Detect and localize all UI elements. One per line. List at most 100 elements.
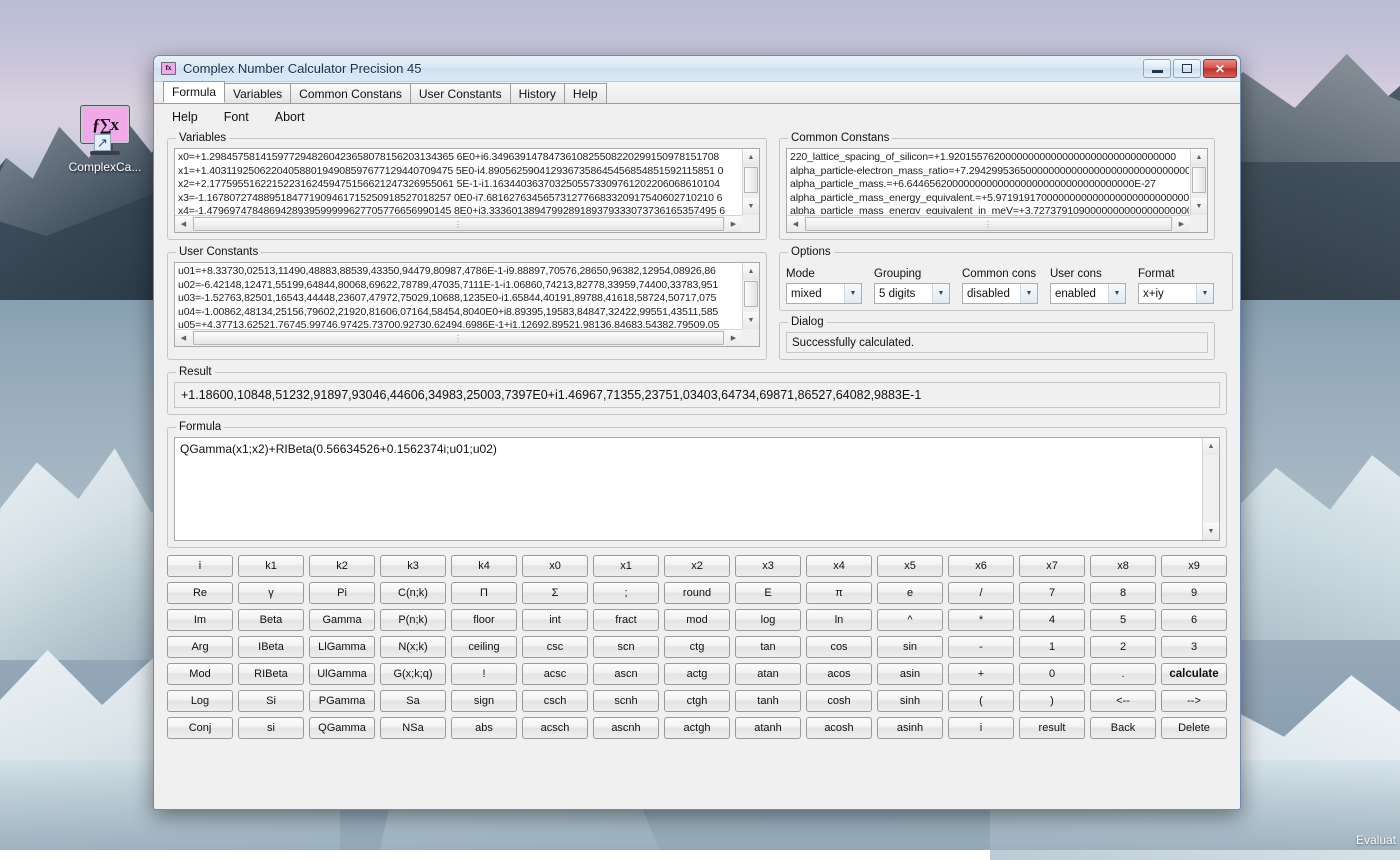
- formula-vertical-scrollbar[interactable]: ▲ ▼: [1202, 438, 1219, 540]
- key-button-beta[interactable]: Beta: [238, 609, 304, 631]
- scroll-down-icon[interactable]: ▼: [1191, 198, 1208, 215]
- key-button-[interactable]: +: [948, 663, 1014, 685]
- key-button-k4[interactable]: k4: [451, 555, 517, 577]
- scroll-up-icon[interactable]: ▲: [1203, 438, 1220, 455]
- key-button-actgh[interactable]: actgh: [664, 717, 730, 739]
- key-button-cosh[interactable]: cosh: [806, 690, 872, 712]
- scroll-up-icon[interactable]: ▲: [743, 149, 760, 166]
- key-button-tanh[interactable]: tanh: [735, 690, 801, 712]
- key-button-i[interactable]: i: [167, 555, 233, 577]
- key-button-scn[interactable]: scn: [593, 636, 659, 658]
- key-button-ulgamma[interactable]: UlGamma: [309, 663, 375, 685]
- key-button-floor[interactable]: floor: [451, 609, 517, 631]
- format-select[interactable]: x+iy ▼: [1138, 283, 1214, 304]
- key-button-si[interactable]: Si: [238, 690, 304, 712]
- key-button-9[interactable]: 9: [1161, 582, 1227, 604]
- key-button-[interactable]: ^: [877, 609, 943, 631]
- mode-select[interactable]: mixed ▼: [786, 283, 862, 304]
- chevron-down-icon[interactable]: ▼: [1108, 284, 1125, 303]
- key-button-x8[interactable]: x8: [1090, 555, 1156, 577]
- key-button-[interactable]: (: [948, 690, 1014, 712]
- scrollbar-thumb[interactable]: ⋮: [193, 217, 724, 231]
- key-button-k3[interactable]: k3: [380, 555, 446, 577]
- scroll-up-icon[interactable]: ▲: [1191, 149, 1208, 166]
- key-button-[interactable]: .: [1090, 663, 1156, 685]
- key-button-x4[interactable]: x4: [806, 555, 872, 577]
- key-button-5[interactable]: 5: [1090, 609, 1156, 631]
- key-button-4[interactable]: 4: [1019, 609, 1085, 631]
- key-button-nsa[interactable]: NSa: [380, 717, 446, 739]
- common-constants-vertical-scrollbar[interactable]: ▲ ▼: [1190, 149, 1207, 215]
- key-button-[interactable]: /: [948, 582, 1014, 604]
- key-button-calculate[interactable]: calculate: [1161, 663, 1227, 685]
- key-button-[interactable]: ;: [593, 582, 659, 604]
- key-button-x1[interactable]: x1: [593, 555, 659, 577]
- scroll-right-icon[interactable]: ▶: [1173, 216, 1190, 233]
- key-button-acsc[interactable]: acsc: [522, 663, 588, 685]
- key-button-i[interactable]: i: [948, 717, 1014, 739]
- scrollbar-thumb[interactable]: ⋮: [193, 331, 724, 345]
- desktop-icon-complexcalc[interactable]: ƒ∑x ↗ ComplexCa...: [62, 106, 148, 174]
- key-button-llgamma[interactable]: LlGamma: [309, 636, 375, 658]
- user-constants-vertical-scrollbar[interactable]: ▲ ▼: [742, 263, 759, 329]
- key-button-acsch[interactable]: acsch: [522, 717, 588, 739]
- key-button-3[interactable]: 3: [1161, 636, 1227, 658]
- key-button-x0[interactable]: x0: [522, 555, 588, 577]
- scrollbar-thumb[interactable]: ⋮: [805, 217, 1172, 231]
- key-button-8[interactable]: 8: [1090, 582, 1156, 604]
- key-button-asin[interactable]: asin: [877, 663, 943, 685]
- key-button-mod[interactable]: mod: [664, 609, 730, 631]
- key-button-mod[interactable]: Mod: [167, 663, 233, 685]
- key-button-x9[interactable]: x9: [1161, 555, 1227, 577]
- key-button-qgamma[interactable]: QGamma: [309, 717, 375, 739]
- key-button-2[interactable]: 2: [1090, 636, 1156, 658]
- key-button-sign[interactable]: sign: [451, 690, 517, 712]
- key-button-ibeta[interactable]: IBeta: [238, 636, 304, 658]
- key-button-pi[interactable]: Pi: [309, 582, 375, 604]
- maximize-button[interactable]: [1173, 59, 1201, 78]
- key-button-ctgh[interactable]: ctgh: [664, 690, 730, 712]
- key-button-im[interactable]: Im: [167, 609, 233, 631]
- key-button-asinh[interactable]: asinh: [877, 717, 943, 739]
- scrollbar-thumb[interactable]: [744, 281, 758, 307]
- key-button-ceiling[interactable]: ceiling: [451, 636, 517, 658]
- user-cons-select[interactable]: enabled ▼: [1050, 283, 1126, 304]
- scroll-up-icon[interactable]: ▲: [743, 263, 760, 280]
- key-button-csch[interactable]: csch: [522, 690, 588, 712]
- key-button-actg[interactable]: actg: [664, 663, 730, 685]
- key-button-e[interactable]: E: [735, 582, 801, 604]
- scroll-down-icon[interactable]: ▼: [743, 198, 760, 215]
- menu-item-abort[interactable]: Abort: [275, 110, 305, 124]
- key-button-ribeta[interactable]: RIBeta: [238, 663, 304, 685]
- key-button-log[interactable]: Log: [167, 690, 233, 712]
- key-button-x7[interactable]: x7: [1019, 555, 1085, 577]
- key-button-x6[interactable]: x6: [948, 555, 1014, 577]
- key-button-x2[interactable]: x2: [664, 555, 730, 577]
- scroll-right-icon[interactable]: ▶: [725, 330, 742, 347]
- key-button-fract[interactable]: fract: [593, 609, 659, 631]
- key-button-ctg[interactable]: ctg: [664, 636, 730, 658]
- key-button-log[interactable]: log: [735, 609, 801, 631]
- key-button-[interactable]: -: [948, 636, 1014, 658]
- key-button-cos[interactable]: cos: [806, 636, 872, 658]
- key-button-ln[interactable]: ln: [806, 609, 872, 631]
- key-button-0[interactable]: 0: [1019, 663, 1085, 685]
- common-constants-listbox[interactable]: 220_lattice_spacing_of_silicon=+1.920155…: [786, 148, 1208, 233]
- scroll-left-icon[interactable]: ◀: [175, 330, 192, 347]
- chevron-down-icon[interactable]: ▼: [844, 284, 861, 303]
- key-button-sinh[interactable]: sinh: [877, 690, 943, 712]
- key-button-int[interactable]: int: [522, 609, 588, 631]
- key-button-result[interactable]: result: [1019, 717, 1085, 739]
- key-button-acosh[interactable]: acosh: [806, 717, 872, 739]
- scroll-down-icon[interactable]: ▼: [1203, 523, 1220, 540]
- key-button-sin[interactable]: sin: [877, 636, 943, 658]
- key-button-tan[interactable]: tan: [735, 636, 801, 658]
- user-constants-horizontal-scrollbar[interactable]: ◀ ⋮ ▶: [175, 329, 742, 346]
- key-button-ascn[interactable]: ascn: [593, 663, 659, 685]
- tab-common-constans[interactable]: Common Constans: [290, 83, 411, 103]
- key-button-abs[interactable]: abs: [451, 717, 517, 739]
- menu-item-help[interactable]: Help: [172, 110, 198, 124]
- chevron-down-icon[interactable]: ▼: [932, 284, 949, 303]
- scroll-left-icon[interactable]: ◀: [175, 216, 192, 233]
- user-constants-listbox[interactable]: u01=+8.33730,02513,11490,48883,88539,433…: [174, 262, 760, 347]
